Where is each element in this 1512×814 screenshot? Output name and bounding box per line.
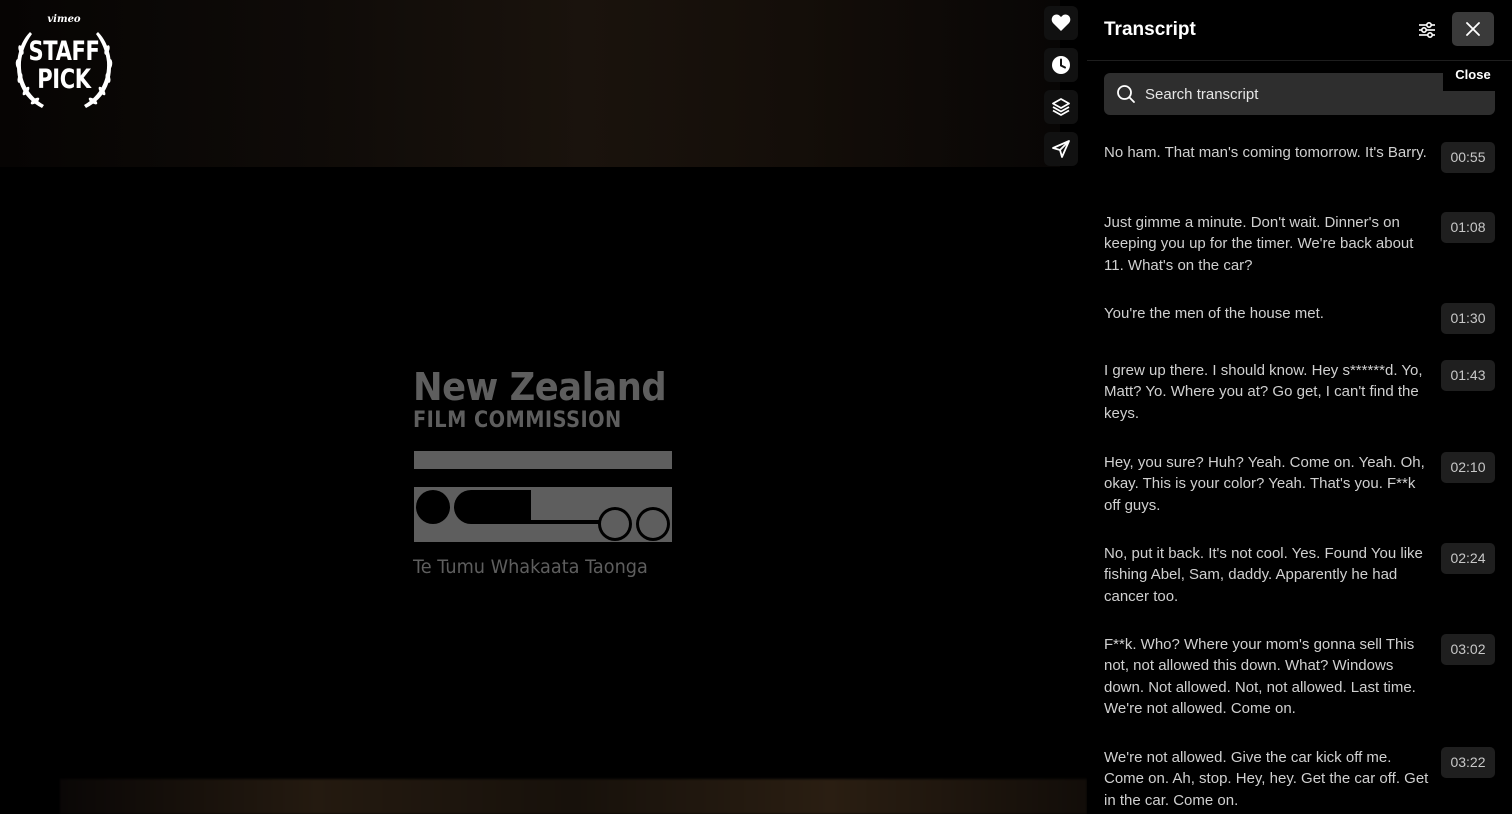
transcript-timestamp[interactable]: 02:10 [1441, 452, 1495, 483]
staff-pick-line2: PICK [37, 64, 91, 95]
transcript-title: Transcript [1104, 19, 1196, 40]
video-player[interactable]: vimeo STAFF PICK New Zealand FILM COMMIS… [0, 0, 1087, 814]
watch-later-button[interactable] [1044, 48, 1078, 82]
collections-button[interactable] [1044, 90, 1078, 124]
transcript-entry[interactable]: Just gimme a minute. Don't wait. Dinner'… [1104, 212, 1495, 276]
transcript-entry[interactable]: I grew up there. I should know. Hey s***… [1104, 360, 1495, 424]
transcript-timestamp[interactable]: 00:55 [1441, 142, 1495, 173]
transcript-timestamp[interactable]: 03:22 [1441, 747, 1495, 778]
transcript-header: Transcript [1087, 0, 1512, 61]
transcript-entry[interactable]: We're not allowed. Give the car kick off… [1104, 747, 1495, 811]
nzfc-logo: New Zealand FILM COMMISSION Te Tumu Whak… [413, 366, 675, 584]
transcript-entry-text: No ham. That man's coming tomorrow. It's… [1104, 144, 1427, 161]
clock-icon [1052, 56, 1070, 74]
video-frame-bottom [60, 779, 1087, 814]
staff-pick-brand: vimeo [47, 14, 81, 25]
transcript-search[interactable] [1104, 73, 1495, 115]
close-transcript-button[interactable] [1452, 12, 1494, 46]
layers-icon [1052, 98, 1070, 116]
video-frame-top [0, 0, 1060, 167]
transcript-timestamp[interactable]: 01:30 [1441, 303, 1495, 334]
search-input[interactable] [1145, 73, 1445, 115]
transcript-timestamp[interactable]: 01:08 [1441, 212, 1495, 243]
transcript-timestamp[interactable]: 02:24 [1441, 543, 1495, 574]
transcript-entry[interactable]: You're the men of the house met. 01:30 [1104, 303, 1495, 334]
close-icon [1466, 22, 1480, 36]
transcript-entry[interactable]: F**k. Who? Where your mom's gonna sell T… [1104, 634, 1495, 719]
nzfc-subtitle: FILM COMMISSION [413, 408, 622, 433]
transcript-settings-button[interactable] [1415, 18, 1439, 42]
sliders-icon [1419, 22, 1435, 38]
transcript-panel: Transcript Close [1087, 0, 1512, 814]
staff-pick-line1: STAFF [28, 36, 100, 67]
transcript-entry-text: No, put it back. It's not cool. Yes. Fou… [1104, 545, 1423, 605]
video-side-actions [1044, 6, 1080, 174]
staff-pick-badge: vimeo STAFF PICK [12, 12, 116, 116]
transcript-entry-text: Just gimme a minute. Don't wait. Dinner'… [1104, 214, 1414, 274]
nzfc-title: New Zealand [413, 365, 667, 409]
transcript-timestamp[interactable]: 03:02 [1441, 634, 1495, 665]
heart-icon [1051, 14, 1071, 31]
paper-plane-icon [1052, 140, 1070, 158]
transcript-entry-text: F**k. Who? Where your mom's gonna sell T… [1104, 636, 1416, 717]
close-tooltip: Close [1443, 63, 1503, 91]
transcript-entry-text: You're the men of the house met. [1104, 305, 1324, 322]
transcript-entry-text: I grew up there. I should know. Hey s***… [1104, 362, 1423, 422]
transcript-entry-text: We're not allowed. Give the car kick off… [1104, 749, 1429, 809]
transcript-entry-text: Hey, you sure? Huh? Yeah. Come on. Yeah.… [1104, 454, 1425, 514]
transcript-entry[interactable]: No, put it back. It's not cool. Yes. Fou… [1104, 543, 1495, 607]
transcript-entry[interactable]: No ham. That man's coming tomorrow. It's… [1104, 142, 1495, 173]
like-button[interactable] [1044, 6, 1078, 40]
nzfc-mark-icon [414, 451, 672, 542]
search-icon [1117, 85, 1135, 103]
nzfc-maori-name: Te Tumu Whakaata Taonga [413, 556, 648, 578]
share-button[interactable] [1044, 132, 1078, 166]
transcript-timestamp[interactable]: 01:43 [1441, 360, 1495, 391]
transcript-entry[interactable]: Hey, you sure? Huh? Yeah. Come on. Yeah.… [1104, 452, 1495, 516]
